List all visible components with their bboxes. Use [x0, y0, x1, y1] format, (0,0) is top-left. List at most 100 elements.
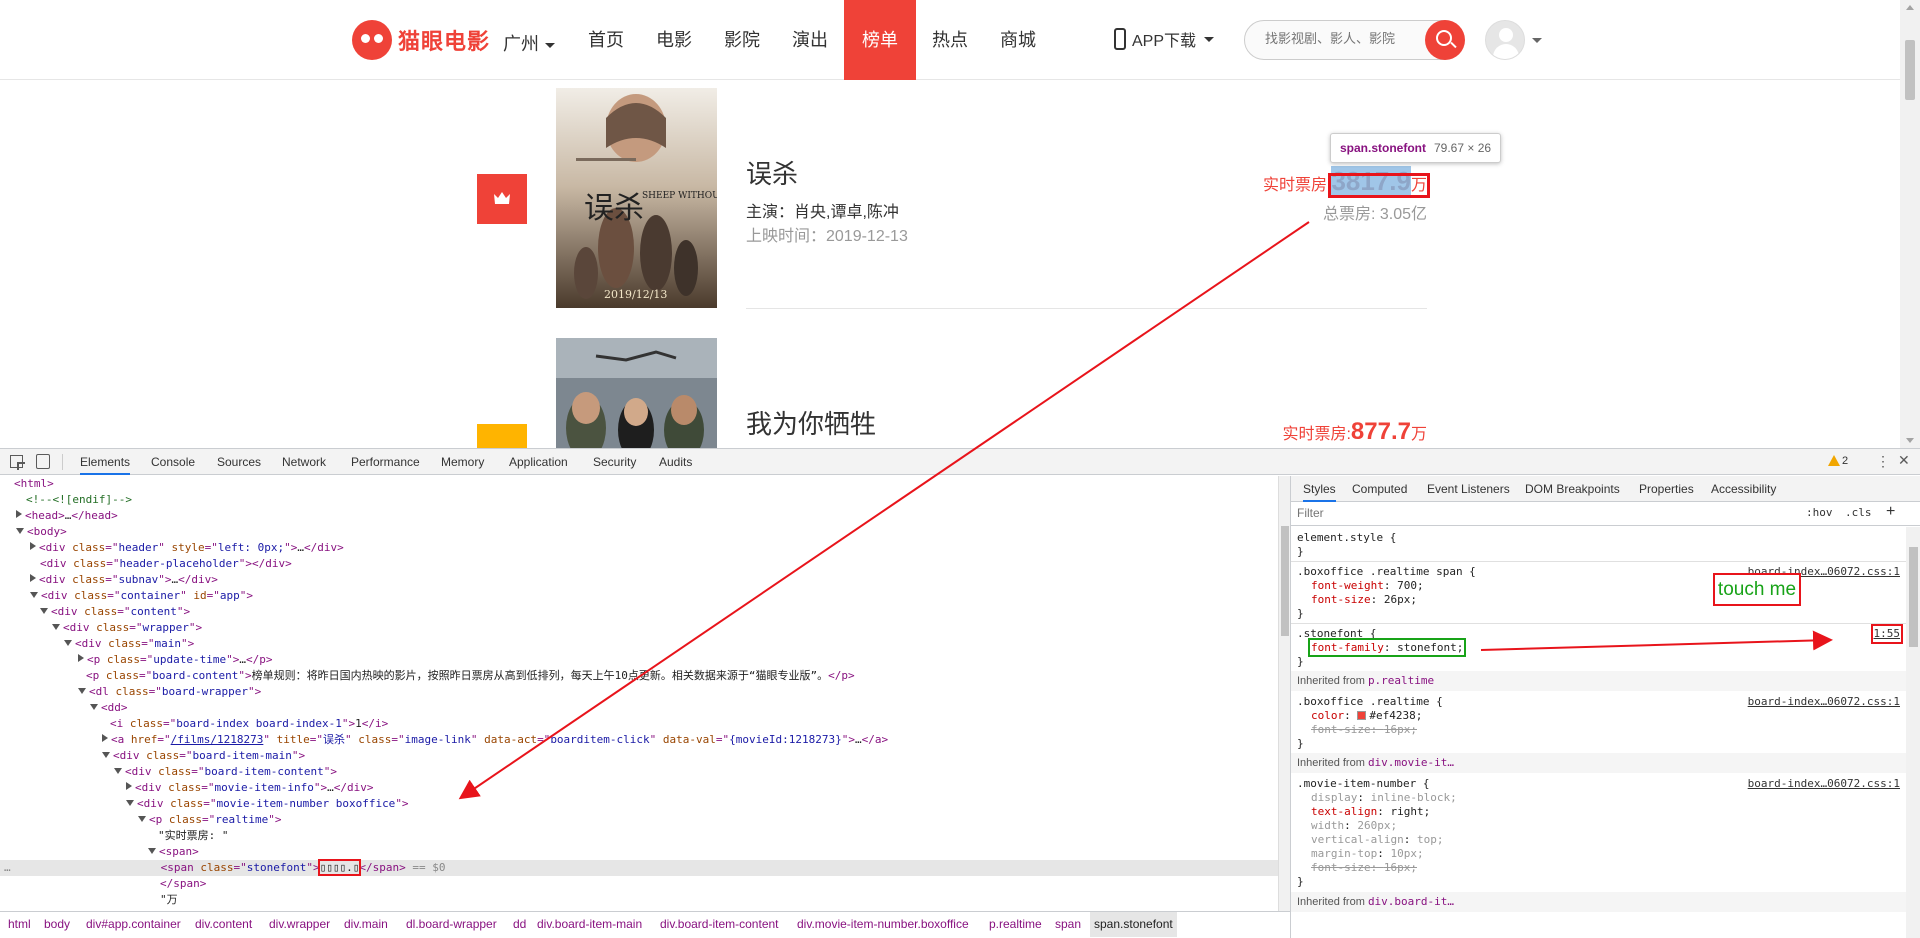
scroll-thumb[interactable] — [1905, 40, 1915, 100]
breadcrumb-item[interactable]: span — [1055, 912, 1081, 937]
search-input[interactable] — [1265, 31, 1405, 46]
tab-application[interactable]: Application — [509, 449, 568, 475]
tree-node[interactable]: <div class="board-item-content"> — [114, 764, 337, 780]
movie-title[interactable]: 我为你牺牲 — [746, 404, 876, 441]
scroll-down-icon[interactable] — [1906, 438, 1914, 443]
nav-shows[interactable]: 演出 — [776, 0, 844, 80]
rule-selector[interactable]: .boxoffice .realtime span { — [1297, 565, 1476, 579]
css-declaration[interactable]: font-size: 26px; — [1311, 593, 1417, 607]
rule-selector[interactable]: .boxoffice .realtime { — [1297, 695, 1443, 709]
tree-text-node[interactable]: "万 — [160, 892, 178, 908]
tree-node[interactable]: <div class="header-placeholder"></div> — [40, 556, 292, 572]
tab-elements[interactable]: Elements — [80, 449, 131, 475]
breadcrumb-item[interactable]: p.realtime — [989, 912, 1042, 937]
inspect-element-icon[interactable] — [10, 455, 25, 470]
tab-styles[interactable]: Styles — [1303, 476, 1336, 502]
tab-security[interactable]: Security — [593, 449, 636, 475]
device-toolbar-icon[interactable] — [36, 454, 50, 469]
scroll-thumb[interactable] — [1909, 547, 1918, 647]
tab-memory[interactable]: Memory — [441, 449, 484, 475]
tree-node[interactable]: <a href="/films/1218273" title="误杀" clas… — [102, 732, 888, 748]
class-toggle[interactable]: .cls — [1845, 506, 1872, 519]
movie-poster[interactable]: 误杀 SHEEP WITHOUT A SHEPHERD 2019/12/13 — [556, 88, 717, 308]
tree-text-node[interactable]: "实时票房: " — [158, 828, 229, 844]
css-declaration[interactable]: font-weight: 700; — [1311, 579, 1424, 593]
tree-node[interactable]: <dd> — [90, 700, 128, 716]
rule-selector[interactable]: .stonefont { — [1297, 627, 1376, 641]
tree-node[interactable]: <head>…</head> — [16, 508, 118, 524]
site-logo[interactable]: 猫眼电影 — [352, 20, 490, 60]
more-options-icon[interactable]: ⋮ — [1876, 453, 1890, 470]
tree-node[interactable]: <div class="movie-item-number boxoffice"… — [126, 796, 409, 812]
tree-node[interactable]: <div class="wrapper"> — [52, 620, 202, 636]
scroll-thumb[interactable] — [1281, 526, 1289, 636]
rule-source-link[interactable]: board-index…06072.css:1 — [1748, 695, 1900, 709]
elements-scrollbar[interactable] — [1278, 476, 1290, 911]
breadcrumb-item-active[interactable]: span.stonefont — [1090, 912, 1177, 937]
rule-source-link[interactable]: board-index…06072.css:1 — [1748, 777, 1900, 791]
styles-filter-input[interactable] — [1297, 506, 1777, 520]
movie-title[interactable]: 误杀 — [746, 154, 798, 191]
tab-dom-breakpoints[interactable]: DOM Breakpoints — [1525, 476, 1620, 502]
nav-rankings[interactable]: 榜单 — [844, 0, 916, 80]
close-icon[interactable]: ✕ — [1898, 452, 1910, 469]
tree-node[interactable]: <p class="board-content">榜单规则：将昨日国内热映的影片… — [86, 668, 855, 684]
breadcrumb-item[interactable]: body — [44, 912, 70, 937]
tree-node[interactable]: <div class="header" style="left: 0px;">…… — [30, 540, 344, 556]
tree-node[interactable]: <!--<![endif]--> — [26, 492, 132, 508]
css-declaration[interactable]: text-align: right; — [1311, 805, 1430, 819]
app-download-menu[interactable]: APP下载 — [1114, 27, 1215, 51]
nav-cinemas[interactable]: 影院 — [708, 0, 776, 80]
tree-node[interactable]: <p class="realtime"> — [138, 812, 281, 828]
css-declaration[interactable]: vertical-align: top; — [1311, 833, 1443, 847]
tab-computed[interactable]: Computed — [1352, 476, 1407, 502]
nav-home[interactable]: 首页 — [572, 0, 640, 80]
tree-node[interactable]: <div class="container" id="app"> — [30, 588, 253, 604]
tab-console[interactable]: Console — [151, 449, 195, 475]
warning-counter[interactable]: 2 — [1828, 455, 1848, 467]
tree-node[interactable]: <span> — [148, 844, 199, 860]
tree-node[interactable]: <p class="update-time">…</p> — [78, 652, 272, 668]
css-declaration[interactable]: font-family: stonefont; — [1307, 638, 1467, 657]
avatar[interactable] — [1485, 20, 1525, 60]
breadcrumb-item[interactable]: dl.board-wrapper — [406, 912, 497, 937]
breadcrumb-item[interactable]: div.board-item-main — [537, 912, 642, 937]
tree-node[interactable]: <i class="board-index board-index-1">1</… — [110, 716, 388, 732]
tree-node[interactable]: <body> — [16, 524, 67, 540]
tree-node[interactable]: <dl class="board-wrapper"> — [78, 684, 261, 700]
movie-poster[interactable] — [556, 338, 717, 448]
nav-hot[interactable]: 热点 — [916, 0, 984, 80]
element-style-rule[interactable]: element.style { — [1297, 531, 1396, 545]
tree-node[interactable]: <div class="board-item-main"> — [102, 748, 305, 764]
css-declaration[interactable]: width: 260px; — [1311, 819, 1397, 833]
tree-node[interactable]: <div class="movie-item-info">…</div> — [126, 780, 373, 796]
tab-sources[interactable]: Sources — [217, 449, 261, 475]
color-swatch[interactable] — [1357, 711, 1367, 720]
css-declaration-overridden[interactable]: font-size: 16px; — [1311, 723, 1417, 737]
css-declaration-overridden[interactable]: font-size: 16px; — [1311, 861, 1417, 875]
hover-state-toggle[interactable]: :hov — [1806, 506, 1833, 519]
breadcrumb-item[interactable]: div.content — [195, 912, 252, 937]
chevron-down-icon[interactable] — [1532, 38, 1542, 43]
breadcrumb-item[interactable]: div.main — [344, 912, 388, 937]
breadcrumb-item[interactable]: dd — [513, 912, 526, 937]
nav-mall[interactable]: 商城 — [984, 0, 1052, 80]
tree-node[interactable]: <html> — [14, 476, 54, 492]
scroll-up-icon[interactable] — [1906, 5, 1914, 10]
search-icon[interactable] — [1425, 20, 1465, 60]
breadcrumb-item[interactable]: div.board-item-content — [660, 912, 779, 937]
tab-network[interactable]: Network — [282, 449, 326, 475]
tree-node-selected[interactable]: … <span class="stonefont">▯▯▯▯.▯</span> =… — [0, 859, 1278, 876]
rule-source-link-highlighted[interactable]: 1:55 — [1870, 624, 1903, 644]
page-scrollbar[interactable] — [1900, 0, 1920, 448]
css-declaration[interactable]: display: inline-block; — [1311, 791, 1457, 805]
tab-properties[interactable]: Properties — [1639, 476, 1694, 502]
css-declaration[interactable]: margin-top: 10px; — [1311, 847, 1424, 861]
rule-selector[interactable]: .movie-item-number { — [1297, 777, 1429, 791]
breadcrumb-item[interactable]: div.movie-item-number.boxoffice — [797, 912, 969, 937]
breadcrumb-item[interactable]: div.wrapper — [269, 912, 330, 937]
styles-scrollbar[interactable] — [1906, 527, 1920, 938]
tab-performance[interactable]: Performance — [351, 449, 420, 475]
tab-event-listeners[interactable]: Event Listeners — [1427, 476, 1510, 502]
tree-node[interactable]: <div class="content"> — [40, 604, 190, 620]
